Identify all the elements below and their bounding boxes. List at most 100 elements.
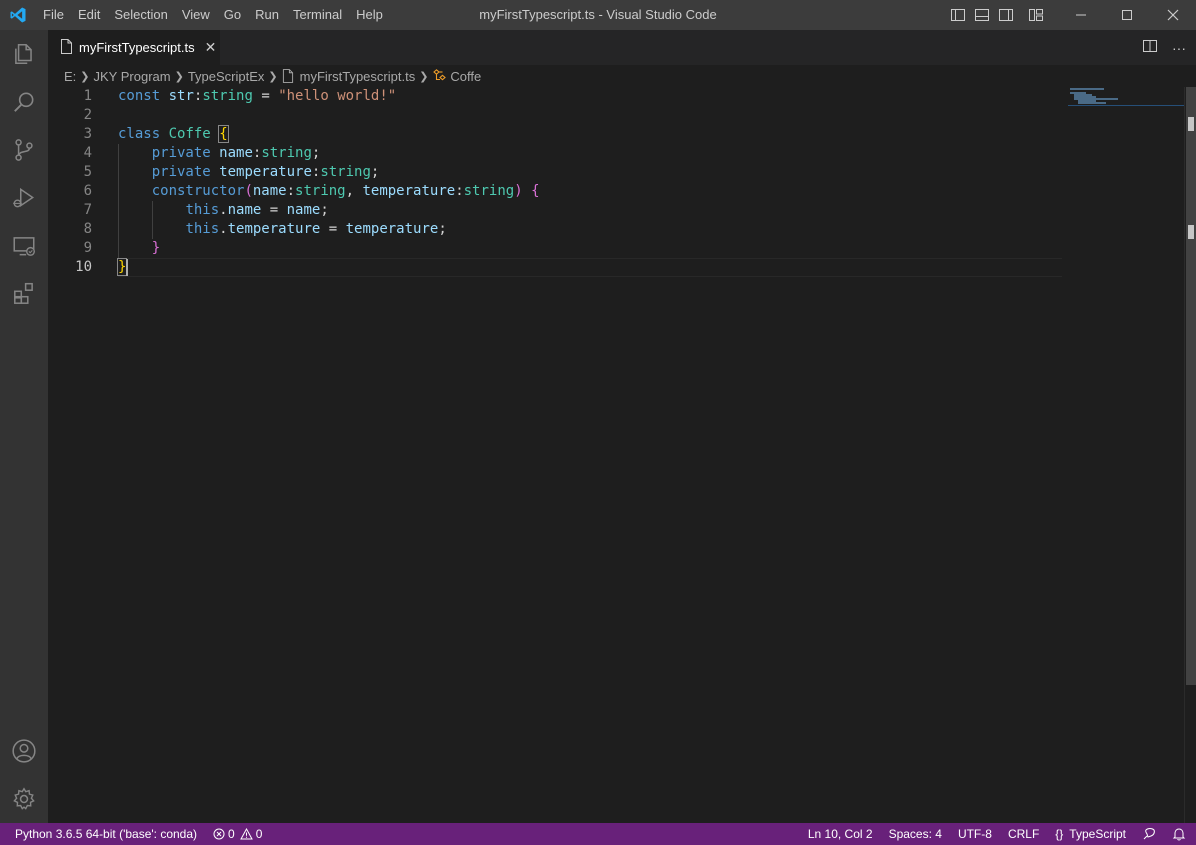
notifications-bell-icon[interactable] [1164,827,1196,841]
menu-go[interactable]: Go [217,0,248,30]
status-bar: Python 3.6.5 64-bit ('base': conda) 0 0 … [0,823,1196,845]
toggle-primary-sidebar-icon[interactable] [946,0,970,30]
token: ( [244,183,253,199]
token: temperature [362,183,456,199]
token: const [118,88,161,104]
title-actions [946,0,1196,30]
scrollbar-thumb[interactable] [1186,87,1196,685]
vertical-scrollbar[interactable] [1184,87,1196,823]
customize-layout-icon[interactable] [1024,0,1048,30]
encoding[interactable]: UTF-8 [950,823,1000,845]
token: name [227,202,262,218]
chevron-right-icon: ❯ [419,70,429,83]
editor-actions: ··· [1142,30,1186,65]
manage-gear-icon[interactable] [0,775,48,823]
breadcrumb: E: ❯ JKY Program ❯ TypeScriptEx ❯ myFirs… [48,65,1196,87]
token: constructor [151,183,245,199]
token: ; [320,202,329,218]
line-number: 5 [83,164,92,180]
token: = [261,202,287,218]
line-number: 7 [83,202,92,218]
code-line-1: const str:string = "hello world!" [118,87,540,106]
explorer-icon[interactable] [0,30,48,78]
tab-label: myFirstTypescript.ts [79,40,195,55]
source-control-icon[interactable] [0,126,48,174]
search-icon[interactable] [0,78,48,126]
code-line-7: this.name = name; [118,201,540,220]
menu-file[interactable]: File [36,0,71,30]
end-of-line[interactable]: CRLF [1000,823,1047,845]
feedback-icon[interactable] [1134,827,1164,841]
close-window-icon[interactable] [1150,0,1196,30]
line-number: 6 [83,183,92,199]
tab-myfirsttypescript[interactable]: myFirstTypescript.ts ✕ [48,30,220,65]
token: { [531,183,540,199]
tab-bar: myFirstTypescript.ts ✕ ··· [48,30,1196,65]
code-line-9: } [118,239,540,258]
menu-bar: File Edit Selection View Go Run Terminal… [36,0,390,30]
run-debug-icon[interactable] [0,174,48,222]
title-bar: File Edit Selection View Go Run Terminal… [0,0,1196,30]
token: Coffe [168,126,211,142]
code-line-8: this.temperature = temperature; [118,220,540,239]
token: } [151,240,161,256]
remote-explorer-icon[interactable] [0,222,48,270]
code-editor[interactable]: 1 2 3 4 5 6 7 8 9 10 const str:string = … [48,87,1184,823]
token: ; [311,145,321,161]
minimap[interactable] [1068,87,1184,823]
error-count: 0 [228,827,235,841]
close-icon[interactable]: ✕ [205,39,217,56]
breadcrumb-folder-typescriptex[interactable]: TypeScriptEx [188,69,265,84]
extensions-icon[interactable] [0,270,48,318]
overview-ruler-mark [1188,225,1194,239]
token: class [118,126,161,142]
split-editor-icon[interactable] [1142,38,1158,57]
maximize-icon[interactable] [1104,0,1150,30]
token: . [219,221,228,237]
breadcrumb-symbol[interactable]: Coffe [432,69,481,84]
minimize-icon[interactable] [1058,0,1104,30]
breadcrumb-folder-jky[interactable]: JKY Program [94,69,171,84]
line-number: 8 [83,221,92,237]
breadcrumb-file[interactable]: myFirstTypescript.ts [282,68,416,84]
minimap-line [1078,102,1106,104]
activity-bar [0,30,48,823]
breadcrumb-drive[interactable]: E: [64,69,76,84]
warning-count: 0 [255,827,263,841]
status-bar-right: Ln 10, Col 2 Spaces: 4 UTF-8 CRLF {} Typ… [800,823,1196,845]
token: ; [438,221,447,237]
token: private [151,145,211,161]
problems-indicator[interactable]: 0 0 [205,823,270,845]
token: = [252,88,279,104]
token: string [202,88,253,104]
menu-edit[interactable]: Edit [71,0,107,30]
indentation[interactable]: Spaces: 4 [881,823,950,845]
menu-run[interactable]: Run [248,0,286,30]
more-actions-icon[interactable]: ··· [1172,40,1186,56]
token: "hello world!" [278,88,397,104]
language-mode[interactable]: {} TypeScript [1047,823,1134,845]
token: temperature [345,221,439,237]
menu-terminal[interactable]: Terminal [286,0,349,30]
menu-help[interactable]: Help [349,0,390,30]
toggle-panel-icon[interactable] [970,0,994,30]
vscode-logo-icon [0,0,36,30]
accounts-icon[interactable] [0,727,48,775]
warning-icon [239,828,253,840]
python-interpreter[interactable]: Python 3.6.5 64-bit ('base': conda) [0,823,205,845]
line-number: 2 [83,107,92,123]
token: = [320,221,346,237]
cursor-position[interactable]: Ln 10, Col 2 [800,823,881,845]
token: this [185,202,220,218]
menu-view[interactable]: View [175,0,217,30]
language-label: TypeScript [1069,827,1126,841]
chevron-right-icon: ❯ [174,70,184,83]
breadcrumb-file-label: myFirstTypescript.ts [299,68,416,84]
menu-selection[interactable]: Selection [107,0,174,30]
toggle-secondary-sidebar-icon[interactable] [994,0,1018,30]
token: temperature [210,164,312,180]
